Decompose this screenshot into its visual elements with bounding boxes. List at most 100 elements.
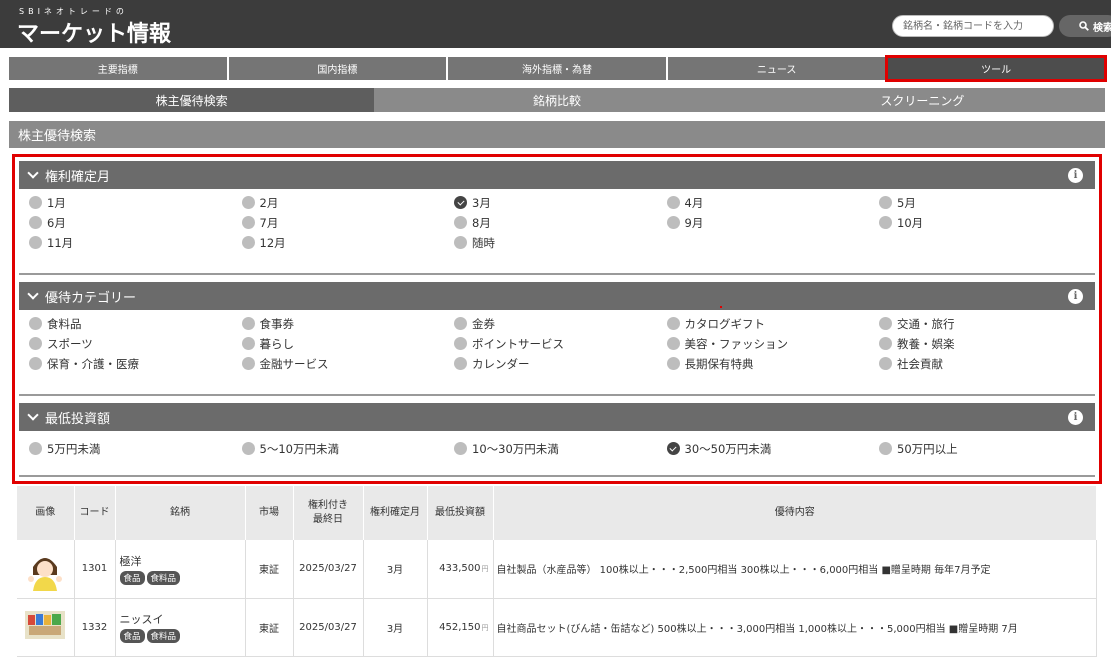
filter-option-category[interactable]: 食料品 bbox=[29, 315, 242, 332]
filter-option-month[interactable]: 6月 bbox=[29, 214, 242, 231]
radio-icon[interactable] bbox=[879, 357, 892, 370]
filter-header-investment[interactable]: 最低投資額 i bbox=[19, 403, 1095, 431]
radio-icon[interactable] bbox=[29, 317, 42, 330]
chevron-down-icon bbox=[27, 166, 39, 179]
col-header-month: 権利確定月 bbox=[363, 486, 428, 540]
stock-name-link[interactable]: 極洋 bbox=[120, 553, 245, 569]
results-table: 画像 コード 銘柄 市場 権利付き 最終日 権利確定月 最低投資額 優待内容 1… bbox=[17, 486, 1097, 657]
code-cell: 1332 bbox=[74, 598, 116, 657]
search-button[interactable]: 検索 bbox=[1059, 15, 1111, 37]
min-invest-value: 433,500 bbox=[439, 563, 481, 575]
filter-option-category[interactable]: 金融サービス bbox=[241, 355, 455, 372]
site-logo[interactable]: マーケット情報 bbox=[17, 16, 171, 48]
radio-icon[interactable] bbox=[879, 337, 892, 350]
checked-radio-icon[interactable] bbox=[666, 442, 680, 455]
radio-icon[interactable] bbox=[454, 236, 467, 249]
filter-option-category[interactable]: 食事券 bbox=[241, 315, 455, 332]
filter-option-category[interactable]: カレンダー bbox=[454, 355, 667, 372]
filter-option-investment[interactable]: 50万円以上 bbox=[879, 440, 1092, 457]
sub-tab-benefit-search[interactable]: 株主優待検索 bbox=[9, 88, 375, 112]
stock-name-link[interactable]: ニッスイ bbox=[120, 611, 245, 627]
filter-option-category[interactable]: 保育・介護・医療 bbox=[29, 355, 242, 372]
radio-icon[interactable] bbox=[29, 442, 42, 455]
radio-icon[interactable] bbox=[241, 196, 255, 209]
radio-icon[interactable] bbox=[666, 337, 680, 350]
nav-tab-domestic-indicators[interactable]: 国内指標 bbox=[228, 57, 449, 80]
radio-icon[interactable] bbox=[879, 442, 892, 455]
info-icon[interactable]: i bbox=[1068, 168, 1083, 183]
min-invest-value: 452,150 bbox=[439, 621, 481, 633]
radio-icon[interactable] bbox=[666, 216, 680, 229]
radio-icon[interactable] bbox=[29, 236, 42, 249]
filter-option-category[interactable]: スポーツ bbox=[29, 335, 242, 352]
filter-option-investment[interactable]: 5～10万円未満 bbox=[241, 440, 455, 457]
filter-option-category[interactable]: 美容・ファッション bbox=[666, 335, 880, 352]
radio-icon[interactable] bbox=[879, 216, 892, 229]
radio-icon[interactable] bbox=[241, 236, 255, 249]
nav-tab-main-indicators[interactable]: 主要指標 bbox=[9, 57, 229, 80]
radio-icon[interactable] bbox=[241, 317, 255, 330]
filter-option-category[interactable]: 社会貢献 bbox=[879, 355, 1092, 372]
radio-icon[interactable] bbox=[666, 196, 680, 209]
radio-icon[interactable] bbox=[666, 357, 680, 370]
filter-option-category[interactable]: カタログギフト bbox=[666, 315, 880, 332]
radio-icon[interactable] bbox=[454, 216, 467, 229]
radio-icon[interactable] bbox=[29, 337, 42, 350]
info-icon[interactable]: i bbox=[1068, 410, 1083, 425]
option-label: 随時 bbox=[472, 235, 495, 250]
filter-option-month[interactable]: 10月 bbox=[879, 214, 1092, 231]
radio-icon[interactable] bbox=[241, 216, 255, 229]
site-header: SBIネオトレードの マーケット情報 検索 bbox=[0, 0, 1111, 48]
radio-icon[interactable] bbox=[241, 357, 255, 370]
chevron-down-icon bbox=[27, 287, 39, 300]
filter-option-month[interactable]: 随時 bbox=[454, 234, 667, 251]
radio-icon[interactable] bbox=[666, 317, 680, 330]
filter-option-category[interactable]: 金券 bbox=[454, 315, 667, 332]
radio-icon[interactable] bbox=[879, 196, 892, 209]
radio-icon[interactable] bbox=[454, 317, 467, 330]
nav-tab-overseas-fx[interactable]: 海外指標・為替 bbox=[448, 57, 668, 80]
sub-tab-screening[interactable]: スクリーニング bbox=[739, 88, 1105, 112]
tag-badge: 食品 bbox=[119, 570, 145, 585]
radio-icon[interactable] bbox=[454, 337, 467, 350]
radio-icon[interactable] bbox=[29, 216, 42, 229]
filter-option-month[interactable]: 2月 bbox=[241, 194, 455, 211]
filter-header-month[interactable]: 権利確定月 i bbox=[19, 161, 1095, 189]
filter-option-investment[interactable]: 5万円未満 bbox=[29, 440, 242, 457]
checked-radio-icon[interactable] bbox=[454, 196, 467, 209]
filter-option-category[interactable]: 教養・娯楽 bbox=[879, 335, 1092, 352]
filter-option-month[interactable]: 4月 bbox=[666, 194, 880, 211]
filter-option-month[interactable]: 9月 bbox=[666, 214, 880, 231]
option-label: 30～50万円未満 bbox=[684, 441, 772, 456]
nav-tab-tools[interactable]: ツール bbox=[885, 55, 1107, 82]
table-row[interactable]: 1332 ニッスイ 食品 食料品 東証 2025/03/27 3月 452,150… bbox=[17, 598, 1097, 657]
table-row[interactable]: 1301 極洋 食品 食料品 東証 2025/03/27 3月 433,500円 … bbox=[17, 540, 1097, 599]
filter-option-month[interactable]: 5月 bbox=[879, 194, 1092, 211]
filter-option-category[interactable]: 暮らし bbox=[241, 335, 455, 352]
radio-icon[interactable] bbox=[241, 442, 255, 455]
filter-option-month[interactable]: 12月 bbox=[241, 234, 455, 251]
filter-option-category[interactable]: ポイントサービス bbox=[454, 335, 667, 352]
filter-option-month[interactable]: 1月 bbox=[29, 194, 242, 211]
search-button-label: 検索 bbox=[1093, 22, 1111, 34]
filter-option-category[interactable]: 交通・旅行 bbox=[879, 315, 1092, 332]
filter-option-month[interactable]: 7月 bbox=[241, 214, 455, 231]
filter-option-category[interactable]: 長期保有特典 bbox=[666, 355, 880, 372]
radio-icon[interactable] bbox=[29, 357, 42, 370]
sub-tab-stock-compare[interactable]: 銘柄比較 bbox=[374, 88, 740, 112]
nav-tab-news[interactable]: ニュース bbox=[667, 57, 888, 80]
info-icon[interactable]: i bbox=[1068, 289, 1083, 304]
filter-option-month[interactable]: 8月 bbox=[454, 214, 667, 231]
filter-header-category[interactable]: 優待カテゴリー i bbox=[19, 282, 1095, 310]
radio-icon[interactable] bbox=[454, 442, 467, 455]
filter-option-investment[interactable]: 10～30万円未満 bbox=[454, 440, 667, 457]
radio-icon[interactable] bbox=[879, 317, 892, 330]
filter-option-month[interactable]: 3月 bbox=[454, 194, 667, 211]
radio-icon[interactable] bbox=[454, 357, 467, 370]
option-label: 交通・旅行 bbox=[897, 316, 955, 331]
search-input[interactable] bbox=[892, 15, 1054, 37]
filter-option-month[interactable]: 11月 bbox=[29, 234, 242, 251]
radio-icon[interactable] bbox=[241, 337, 255, 350]
filter-option-investment[interactable]: 30～50万円未満 bbox=[666, 440, 880, 457]
radio-icon[interactable] bbox=[29, 196, 42, 209]
